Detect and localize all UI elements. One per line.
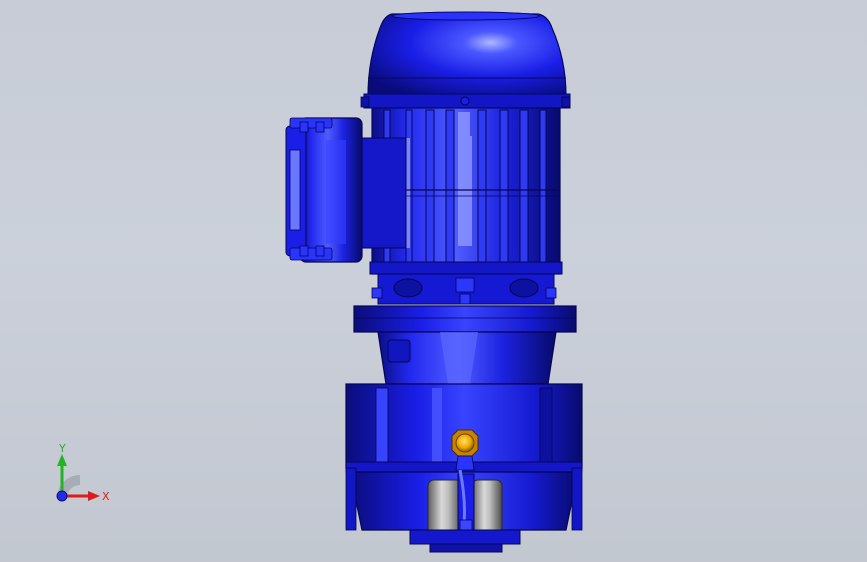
terminal-box[interactable] (285, 117, 407, 263)
triad-y-label: Y (58, 442, 66, 455)
mounting-flange[interactable] (353, 305, 577, 333)
triad-y-arrow (57, 454, 67, 466)
output-rollers[interactable] (427, 469, 503, 535)
triad-z-axis (56, 490, 68, 502)
triad-x-label: X (102, 490, 110, 503)
coordinate-triad: Y X (56, 442, 110, 503)
graphics-viewport[interactable]: Y X (0, 0, 867, 562)
triad-x-arrow (88, 491, 100, 501)
output-shaft-base[interactable] (409, 529, 521, 553)
motor-gearbox-model[interactable] (0, 0, 867, 562)
bearing-collar[interactable] (371, 273, 557, 305)
fan-cover[interactable] (360, 11, 571, 109)
gear-adapter[interactable] (377, 331, 557, 385)
